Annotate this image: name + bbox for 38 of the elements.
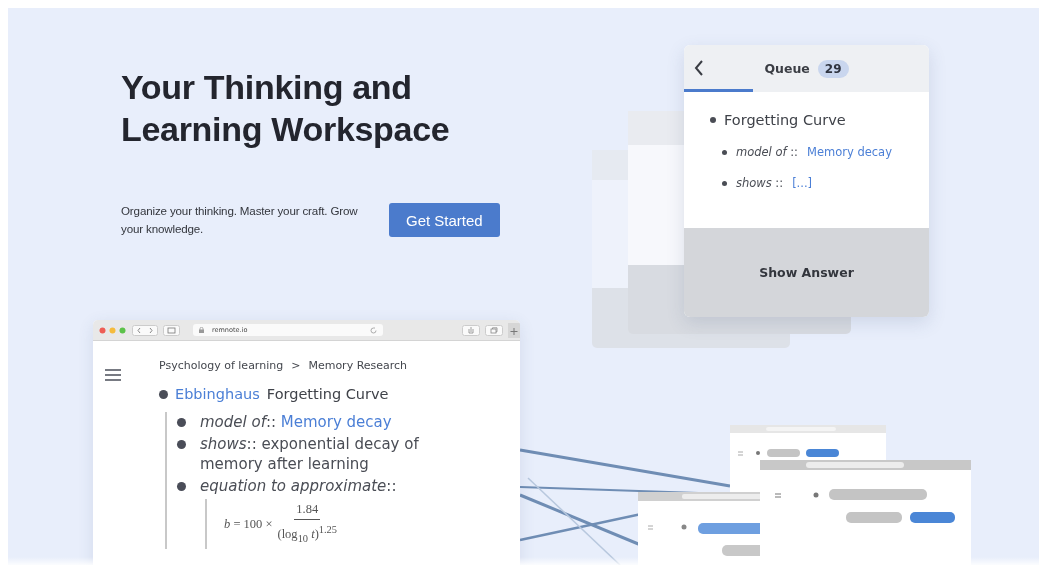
lock-icon — [199, 327, 204, 333]
bullet-icon — [177, 440, 186, 449]
field-link[interactable]: [...] — [792, 176, 813, 190]
hero-title: Your Thinking and Learning Workspace — [121, 67, 451, 150]
field-label: shows :: — [736, 176, 784, 190]
formula-text: b = 100 × — [224, 515, 273, 533]
field-label: model of :: — [736, 145, 798, 159]
tabs-icon[interactable] — [485, 324, 503, 336]
breadcrumb-item[interactable]: Memory Research — [308, 359, 408, 372]
field-link[interactable]: Memory decay — [806, 145, 892, 159]
bullet-icon — [710, 117, 716, 123]
back-chevron-icon[interactable] — [694, 60, 704, 76]
breadcrumb-separator: > — [291, 359, 301, 372]
get-started-button[interactable]: Get Started — [389, 203, 500, 237]
plus-icon[interactable] — [508, 322, 520, 338]
bullet-icon — [722, 149, 727, 155]
queue-title: Queue — [764, 61, 810, 76]
queue-count-badge: 29 — [817, 59, 849, 78]
note-text: model of:: — [200, 413, 277, 431]
bullet-icon — [177, 482, 186, 491]
show-answer-button[interactable]: Show Answer — [684, 228, 929, 317]
bullet-icon — [159, 389, 168, 399]
formula-fraction: 1.84 (log$_{10}$ t)$^{1.25}$ — [277, 499, 338, 549]
menu-icon[interactable] — [105, 368, 121, 382]
hero-subtitle: Organize your thinking. Master your craft. Grow your knowledge. — [121, 203, 359, 237]
title-link[interactable]: Ebbinghaus — [175, 386, 260, 402]
sidebar-icon[interactable] — [163, 324, 180, 336]
window-controls-icon[interactable] — [99, 326, 127, 334]
back-forward-icon[interactable] — [132, 324, 158, 336]
document-title: Forgetting Curve — [266, 386, 389, 402]
reload-icon[interactable] — [370, 326, 377, 334]
note-link[interactable]: Memory decay — [280, 413, 392, 431]
card-question: Forgetting Curve — [724, 112, 846, 128]
share-icon[interactable] — [462, 324, 480, 336]
bullet-icon — [722, 180, 727, 186]
breadcrumb-item[interactable]: Psychology of learning — [159, 359, 284, 372]
bullet-icon — [177, 418, 186, 427]
note-text: equation to approximate:: — [200, 477, 397, 495]
